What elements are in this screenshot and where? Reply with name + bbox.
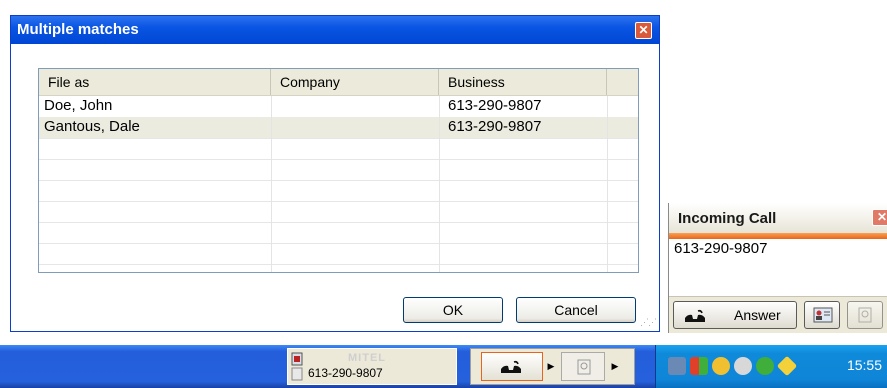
column-divider	[607, 96, 608, 272]
update-icon[interactable]	[734, 357, 752, 375]
caller-number: 613-290-9807	[674, 240, 768, 257]
transfer-call-button[interactable]	[561, 352, 605, 381]
contact-card-button[interactable]	[804, 301, 840, 329]
empty-row	[39, 138, 638, 160]
clock-alarm-icon[interactable]	[712, 357, 730, 375]
multiple-matches-dialog: Multiple matches ✕ File as Company Busin…	[10, 15, 660, 332]
table-row[interactable]: Gantous, Dale 613-290-9807	[39, 117, 638, 139]
incoming-call-title-bar[interactable]: Incoming Call ✕	[669, 203, 887, 233]
phone-status-icon	[291, 352, 303, 381]
cell-business: 613-290-9807	[448, 97, 542, 114]
empty-row	[39, 243, 638, 265]
phone-handset-icon	[501, 360, 521, 373]
empty-row	[39, 180, 638, 202]
contact-card-icon	[813, 307, 833, 323]
transfer-icon	[577, 359, 591, 375]
transfer-icon	[858, 307, 872, 323]
ok-button[interactable]: OK	[403, 297, 503, 323]
empty-row	[39, 201, 638, 223]
taskbar-clock[interactable]: 15:55	[847, 357, 882, 373]
mitel-watermark: MITEL	[348, 352, 386, 364]
column-divider	[439, 96, 440, 272]
phone-handset-icon	[685, 309, 705, 322]
cell-file-as: Gantous, Dale	[44, 118, 140, 135]
column-header-business[interactable]: Business	[439, 69, 607, 95]
close-icon[interactable]: ✕	[872, 209, 887, 226]
incoming-call-popup: Incoming Call ✕ 613-290-9807 Answer	[668, 203, 887, 333]
answer-button[interactable]: Answer	[673, 301, 797, 329]
table-header: File as Company Business	[39, 69, 638, 96]
incoming-call-actions: Answer	[669, 296, 887, 333]
close-icon[interactable]: ✕	[635, 22, 652, 39]
empty-row	[39, 222, 638, 244]
dialog-title-bar[interactable]: Multiple matches ✕	[11, 16, 659, 44]
chevron-right-icon[interactable]: ▶	[609, 352, 621, 381]
cancel-button[interactable]: Cancel	[516, 297, 636, 323]
column-header-company[interactable]: Company	[271, 69, 439, 95]
cell-business: 613-290-9807	[448, 118, 542, 135]
chevron-right-icon[interactable]: ▶	[545, 352, 557, 381]
incoming-call-title: Incoming Call	[678, 210, 777, 227]
dialog-body: File as Company Business Doe, John 613-2…	[11, 44, 659, 331]
answer-label: Answer	[734, 307, 781, 323]
security-alert-icon[interactable]	[776, 355, 798, 377]
network-icon[interactable]	[668, 357, 686, 375]
windows-messenger-icon[interactable]	[690, 357, 708, 375]
column-divider	[271, 96, 272, 272]
system-tray: 15:55	[655, 345, 887, 388]
phone-status-tile[interactable]: MITEL 613-290-9807	[287, 348, 457, 385]
taskbar-phone-number: 613-290-9807	[308, 366, 383, 380]
transfer-button[interactable]	[847, 301, 883, 329]
dialog-title: Multiple matches	[17, 21, 139, 38]
cell-file-as: Doe, John	[44, 97, 113, 114]
call-controls-toolbar: ▶ ▶	[470, 348, 635, 385]
answer-call-button[interactable]	[481, 352, 543, 381]
table-row[interactable]: Doe, John 613-290-9807	[39, 96, 638, 118]
matches-table: File as Company Business Doe, John 613-2…	[38, 68, 639, 273]
column-header-file-as[interactable]: File as	[39, 69, 271, 95]
empty-row	[39, 159, 638, 181]
resize-grip-icon[interactable]: ⋰⋰	[640, 317, 657, 328]
taskbar: MITEL 613-290-9807 ▶ ▶ 15:55	[0, 345, 887, 388]
connection-error-icon[interactable]	[756, 357, 774, 375]
